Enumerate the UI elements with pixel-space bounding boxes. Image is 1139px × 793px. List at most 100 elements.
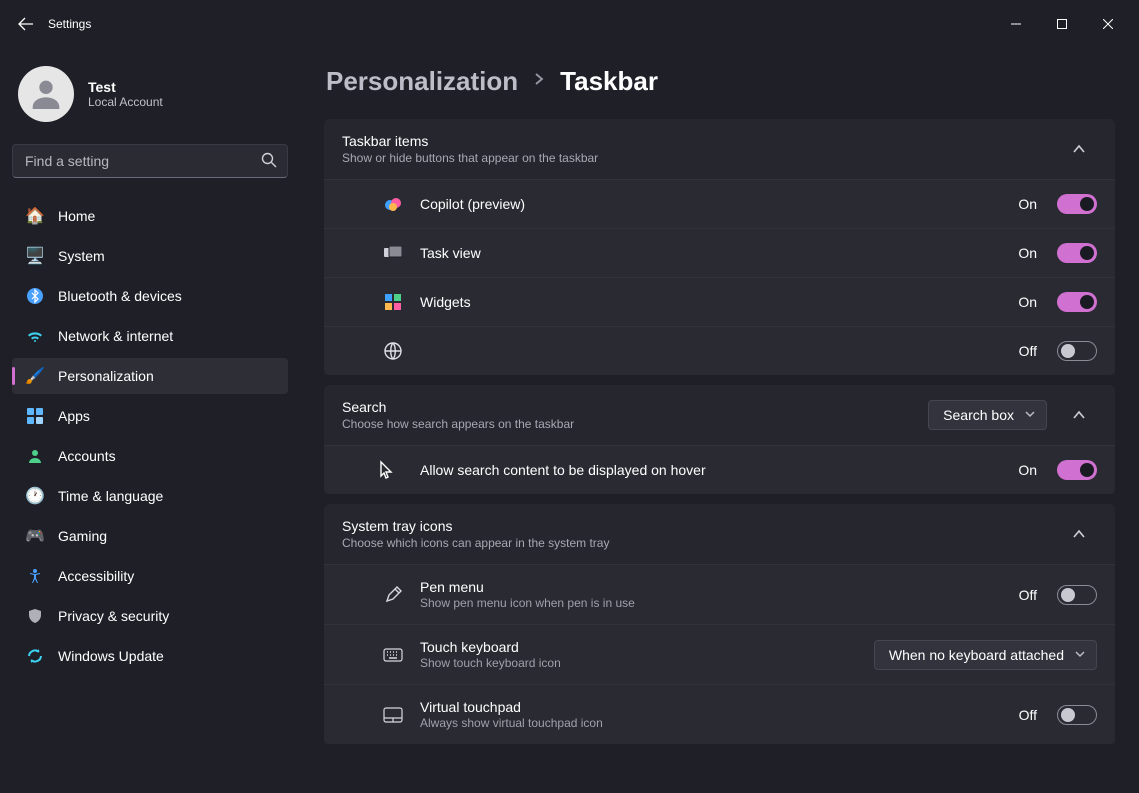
row-label: Widgets — [420, 294, 1002, 310]
toggle-unknown[interactable] — [1057, 341, 1097, 361]
sidebar-item-label: Accessibility — [58, 568, 134, 584]
toggle-search-hover[interactable] — [1057, 460, 1097, 480]
user-block[interactable]: Test Local Account — [12, 56, 288, 140]
row-widgets: Widgets On — [324, 277, 1115, 326]
toggle-state: On — [1018, 196, 1037, 212]
sidebar: Test Local Account 🏠Home 🖥️System Blueto… — [0, 48, 300, 793]
sidebar-item-apps[interactable]: Apps — [12, 398, 288, 434]
chevron-up-icon — [1061, 142, 1097, 156]
shield-icon — [26, 607, 44, 625]
sidebar-item-accounts[interactable]: Accounts — [12, 438, 288, 474]
row-touch-keyboard: Touch keyboard Show touch keyboard icon … — [324, 624, 1115, 684]
sidebar-item-bluetooth[interactable]: Bluetooth & devices — [12, 278, 288, 314]
globe-icon — [382, 341, 404, 361]
sidebar-item-gaming[interactable]: 🎮Gaming — [12, 518, 288, 554]
dropdown-touch-keyboard[interactable]: When no keyboard attached — [874, 640, 1097, 670]
dropdown-value: Search box — [943, 407, 1014, 423]
group-header-search[interactable]: Search Choose how search appears on the … — [324, 385, 1115, 445]
sidebar-item-network[interactable]: Network & internet — [12, 318, 288, 354]
apps-icon — [26, 407, 44, 425]
sidebar-item-label: Time & language — [58, 488, 163, 504]
copilot-icon — [382, 195, 404, 213]
group-header-taskbar-items[interactable]: Taskbar items Show or hide buttons that … — [324, 119, 1115, 179]
back-button[interactable] — [8, 16, 44, 32]
group-header-system-tray[interactable]: System tray icons Choose which icons can… — [324, 504, 1115, 564]
sidebar-item-label: Windows Update — [58, 648, 164, 664]
touchpad-icon — [382, 707, 404, 723]
home-icon: 🏠 — [26, 207, 44, 225]
chevron-up-icon — [1061, 408, 1097, 422]
chevron-right-icon — [532, 72, 546, 91]
close-button[interactable] — [1085, 8, 1131, 40]
group-title: Search — [342, 399, 914, 415]
toggle-state: Off — [1019, 707, 1037, 723]
row-desc: Show touch keyboard icon — [420, 656, 858, 670]
gaming-icon: 🎮 — [26, 527, 44, 545]
content-area: Personalization Taskbar Taskbar items Sh… — [300, 48, 1139, 793]
row-label: Pen menu — [420, 579, 1003, 595]
keyboard-icon — [382, 648, 404, 662]
row-label: Virtual touchpad — [420, 699, 1003, 715]
chevron-down-icon — [1074, 647, 1086, 663]
breadcrumb: Personalization Taskbar — [324, 56, 1115, 119]
cursor-icon — [376, 460, 398, 480]
sidebar-item-accessibility[interactable]: Accessibility — [12, 558, 288, 594]
row-label: Copilot (preview) — [420, 196, 1002, 212]
group-taskbar-items: Taskbar items Show or hide buttons that … — [324, 119, 1115, 375]
breadcrumb-parent[interactable]: Personalization — [326, 66, 518, 97]
toggle-copilot[interactable] — [1057, 194, 1097, 214]
row-virtual-touchpad: Virtual touchpad Always show virtual tou… — [324, 684, 1115, 744]
sidebar-item-label: Network & internet — [58, 328, 173, 344]
row-search-hover: Allow search content to be displayed on … — [324, 445, 1115, 494]
avatar — [18, 66, 74, 122]
sidebar-item-update[interactable]: Windows Update — [12, 638, 288, 674]
row-pen-menu: Pen menu Show pen menu icon when pen is … — [324, 564, 1115, 624]
toggle-state: Off — [1019, 343, 1037, 359]
toggle-pen-menu[interactable] — [1057, 585, 1097, 605]
system-icon: 🖥️ — [26, 247, 44, 265]
accounts-icon — [26, 447, 44, 465]
user-account-type: Local Account — [88, 95, 163, 109]
sidebar-item-label: Apps — [58, 408, 90, 424]
group-title: System tray icons — [342, 518, 1047, 534]
sidebar-item-time[interactable]: 🕐Time & language — [12, 478, 288, 514]
sidebar-item-label: Privacy & security — [58, 608, 169, 624]
group-desc: Choose which icons can appear in the sys… — [342, 536, 1047, 550]
row-desc: Always show virtual touchpad icon — [420, 716, 1003, 730]
group-search: Search Choose how search appears on the … — [324, 385, 1115, 494]
group-title: Taskbar items — [342, 133, 1047, 149]
personalization-icon: 🖌️ — [26, 367, 44, 385]
accessibility-icon — [26, 567, 44, 585]
toggle-widgets[interactable] — [1057, 292, 1097, 312]
search-wrap — [12, 144, 288, 178]
sidebar-item-label: Bluetooth & devices — [58, 288, 182, 304]
row-label: Touch keyboard — [420, 639, 858, 655]
group-system-tray: System tray icons Choose which icons can… — [324, 504, 1115, 744]
titlebar: Settings — [0, 0, 1139, 48]
row-label: Task view — [420, 245, 1002, 261]
window-title: Settings — [48, 17, 91, 31]
sidebar-item-personalization[interactable]: 🖌️Personalization — [12, 358, 288, 394]
toggle-taskview[interactable] — [1057, 243, 1097, 263]
breadcrumb-current: Taskbar — [560, 66, 658, 97]
sidebar-item-privacy[interactable]: Privacy & security — [12, 598, 288, 634]
row-taskview: Task view On — [324, 228, 1115, 277]
maximize-button[interactable] — [1039, 8, 1085, 40]
row-desc: Show pen menu icon when pen is in use — [420, 596, 1003, 610]
row-label: Allow search content to be displayed on … — [420, 462, 1002, 478]
widgets-icon — [382, 294, 404, 310]
toggle-virtual-touchpad[interactable] — [1057, 705, 1097, 725]
sidebar-item-system[interactable]: 🖥️System — [12, 238, 288, 274]
update-icon — [26, 647, 44, 665]
sidebar-item-home[interactable]: 🏠Home — [12, 198, 288, 234]
search-input[interactable] — [12, 144, 288, 178]
chevron-down-icon — [1024, 407, 1036, 423]
group-desc: Show or hide buttons that appear on the … — [342, 151, 1047, 165]
chevron-up-icon — [1061, 527, 1097, 541]
row-copilot: Copilot (preview) On — [324, 179, 1115, 228]
pen-icon — [382, 586, 404, 604]
toggle-state: On — [1018, 294, 1037, 310]
minimize-button[interactable] — [993, 8, 1039, 40]
dropdown-search-mode[interactable]: Search box — [928, 400, 1047, 430]
toggle-state: Off — [1019, 587, 1037, 603]
